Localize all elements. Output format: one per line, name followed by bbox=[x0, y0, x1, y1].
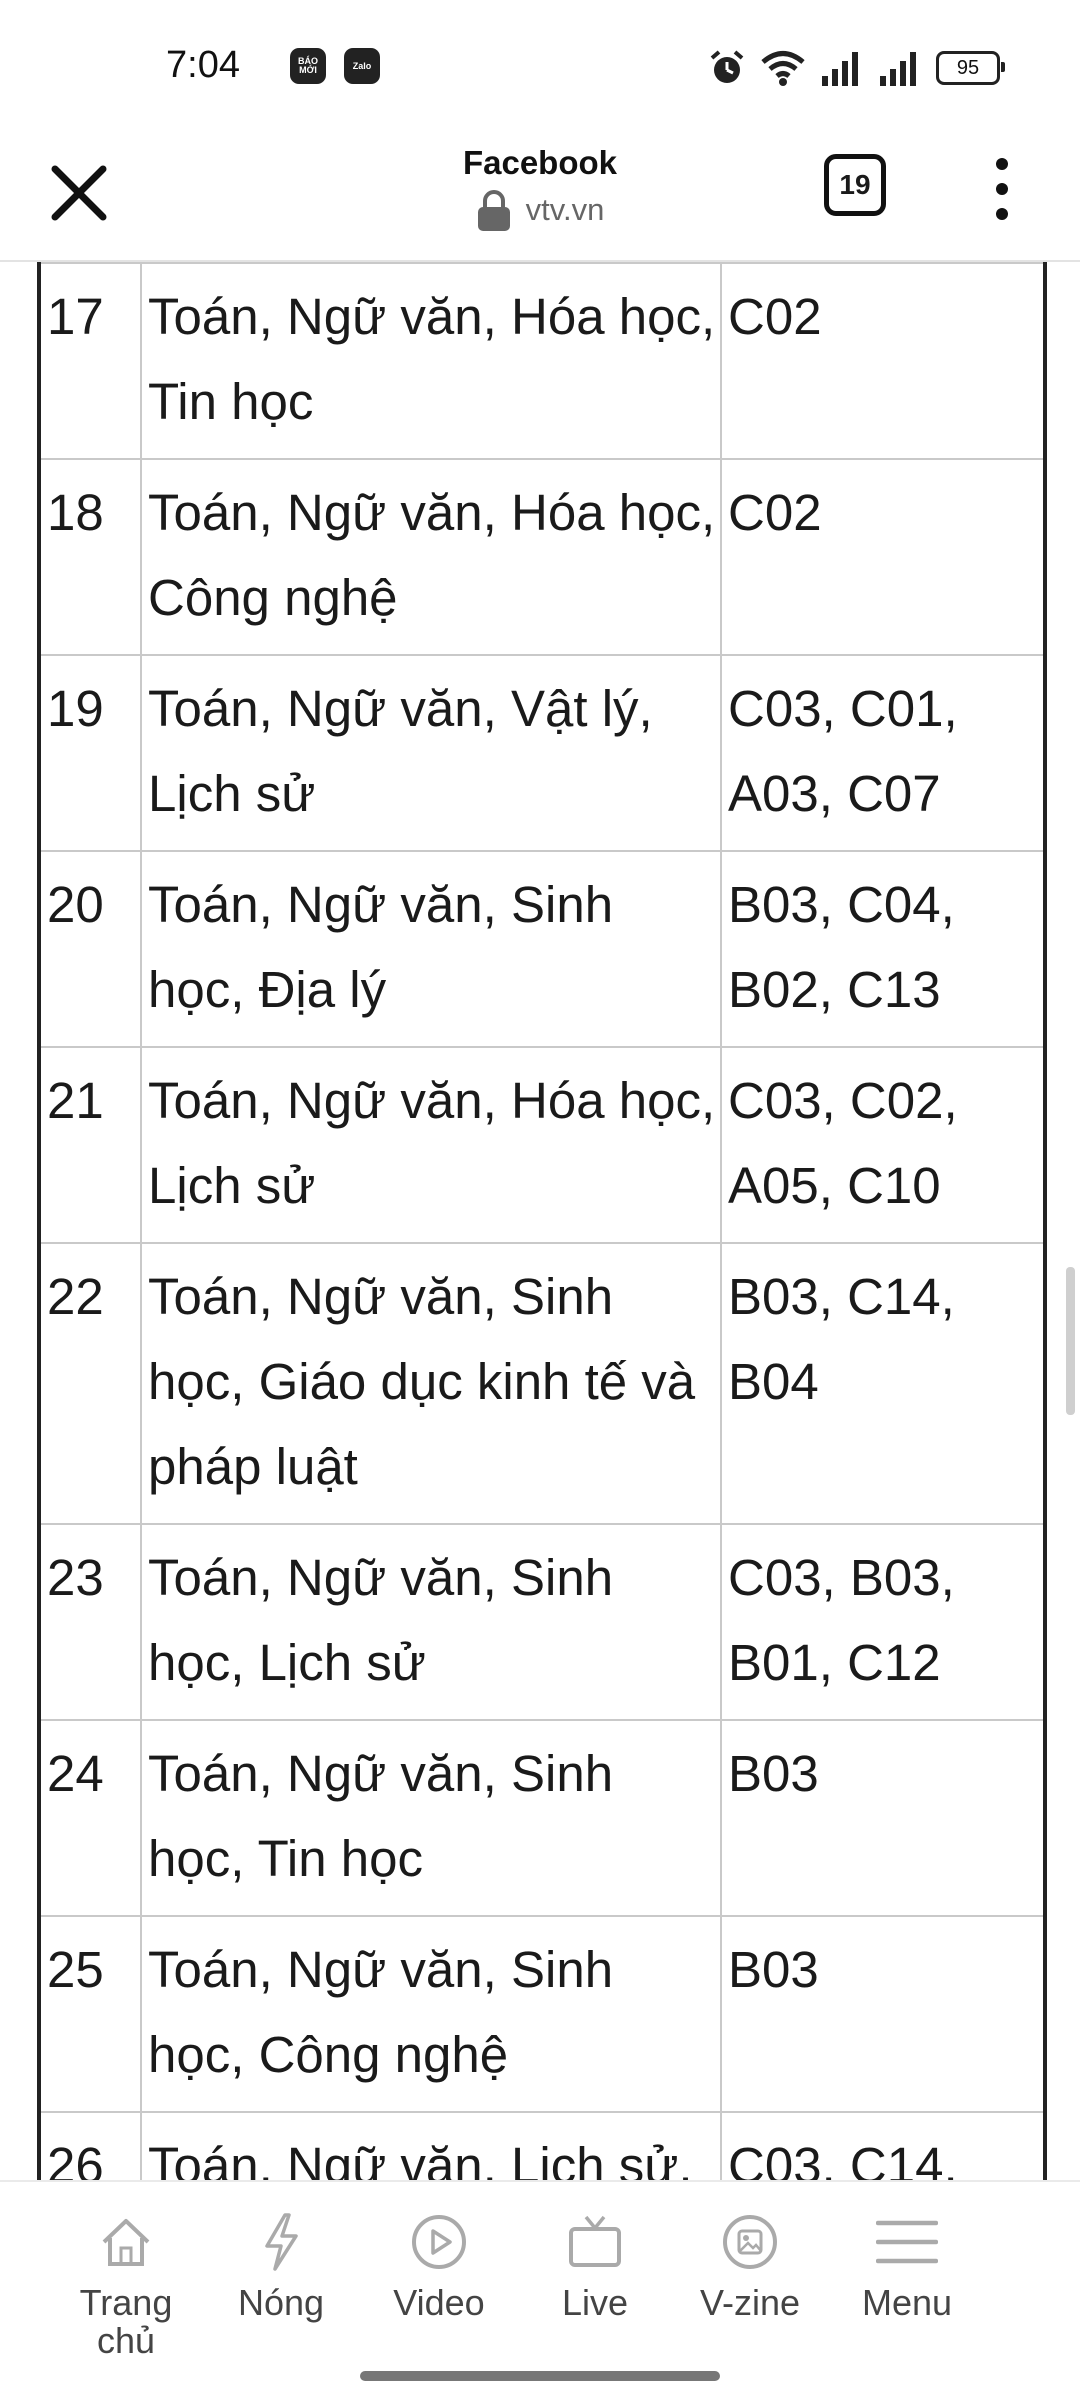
nav-hot[interactable]: Nóng bbox=[206, 2202, 356, 2322]
status-icons: 95 bbox=[708, 46, 1005, 90]
nav-home[interactable]: Trang chủ bbox=[51, 2202, 201, 2360]
table-row: 19 Toán, Ngữ văn, Vật lý, Lịch sử C03, C01… bbox=[38, 654, 1046, 852]
row-number-cell: 20 bbox=[38, 850, 142, 1048]
nav-vzine[interactable]: V-zine bbox=[675, 2202, 825, 2322]
table-row: 21 Toán, Ngữ văn, Hóa học, Lịch sử C03, C0… bbox=[38, 1046, 1046, 1244]
signal-icon-2 bbox=[880, 52, 916, 86]
home-indicator[interactable] bbox=[360, 2371, 720, 2381]
home-icon bbox=[102, 2219, 150, 2266]
subjects-cell: Toán, Ngữ văn, Sinh học, Tin học bbox=[140, 1719, 722, 1917]
table-row: 17 Toán, Ngữ văn, Hóa học, Tin học C02 bbox=[38, 262, 1046, 460]
nav-hot-label: Nóng bbox=[237, 2282, 325, 2323]
row-number-cell: 17 bbox=[38, 262, 142, 460]
table-row: 20 Toán, Ngữ văn, Sinh học, Địa lý B03, C0… bbox=[38, 850, 1046, 1048]
subjects-cell: Toán, Ngữ văn, Lịch sử, Giáo dục kinh tế… bbox=[140, 2111, 722, 2180]
subject-combination-table: 17 Toán, Ngữ văn, Hóa học, Tin học C02 18 To… bbox=[37, 262, 1047, 2180]
codes-cell: B03, C04, B02, C13 bbox=[720, 850, 1046, 1048]
codes-cell: C03, C14, A08, C19 bbox=[720, 2111, 1046, 2180]
nav-home-label: Trang chủ bbox=[79, 2282, 173, 2361]
row-number-cell: 19 bbox=[38, 654, 142, 852]
page-title-block: Facebook vtv.vn bbox=[340, 140, 740, 234]
table-row: 18 Toán, Ngữ văn, Hóa học, Công nghệ C02 bbox=[38, 458, 1046, 656]
play-circle-icon bbox=[412, 2215, 466, 2269]
subjects-cell: Toán, Ngữ văn, Sinh học, Công nghệ bbox=[140, 1915, 722, 2113]
close-icon bbox=[51, 165, 107, 221]
row-number-cell: 24 bbox=[38, 1719, 142, 1917]
codes-cell: C02 bbox=[720, 458, 1046, 656]
nav-menu-label: Menu bbox=[861, 2282, 953, 2323]
subjects-cell: Toán, Ngữ văn, Sinh học, Lịch sử bbox=[140, 1523, 722, 1721]
table-row: 22 Toán, Ngữ văn, Sinh học, Giáo dục kinh… bbox=[38, 1242, 1046, 1525]
codes-cell: B03 bbox=[720, 1915, 1046, 2113]
page-title: Facebook bbox=[462, 144, 618, 181]
status-time: 7:04 bbox=[166, 44, 240, 86]
nav-menu[interactable]: Menu bbox=[832, 2202, 982, 2322]
scrollbar-thumb[interactable] bbox=[1066, 1267, 1075, 1415]
tabs-count-button[interactable]: 19 bbox=[824, 154, 886, 216]
codes-cell: C02 bbox=[720, 262, 1046, 460]
row-number-cell: 21 bbox=[38, 1046, 142, 1244]
codes-cell: B03, C14, B04 bbox=[720, 1242, 1046, 1525]
zalo-notification-icon: Zalo bbox=[344, 48, 380, 84]
status-bar: 7:04 BÁO MỚI Zalo 95 bbox=[0, 0, 1080, 130]
codes-cell: C03, C01, A03, C07 bbox=[720, 654, 1046, 852]
vzine-icon bbox=[723, 2215, 777, 2269]
close-button[interactable] bbox=[44, 158, 114, 228]
table-row: 25 Toán, Ngữ văn, Sinh học, Công nghệ B03 bbox=[38, 1915, 1046, 2113]
subjects-cell: Toán, Ngữ văn, Hóa học, Lịch sử bbox=[140, 1046, 722, 1244]
article-content[interactable]: 17 Toán, Ngữ văn, Hóa học, Tin học C02 18 To… bbox=[0, 262, 1080, 2180]
codes-cell: C03, C02, A05, C10 bbox=[720, 1046, 1046, 1244]
subjects-cell: Toán, Ngữ văn, Sinh học, Địa lý bbox=[140, 850, 722, 1048]
subjects-cell: Toán, Ngữ văn, Sinh học, Giáo dục kinh t… bbox=[140, 1242, 722, 1525]
nav-video[interactable]: Video bbox=[364, 2202, 514, 2322]
battery-icon: 95 bbox=[936, 51, 1005, 85]
bottom-navigation: Trang chủ Nóng Video Live V-zine Menu bbox=[0, 2180, 1080, 2402]
more-dot-icon bbox=[996, 183, 1008, 195]
table-row: 23 Toán, Ngữ văn, Sinh học, Lịch sử C03, B… bbox=[38, 1523, 1046, 1721]
row-number-cell: 26 bbox=[38, 2111, 142, 2180]
codes-cell: C03, B03, B01, C12 bbox=[720, 1523, 1046, 1721]
nav-live-label: Live bbox=[561, 2282, 629, 2323]
row-number-cell: 22 bbox=[38, 1242, 142, 1525]
baomoi-notification-icon: BÁO MỚI bbox=[290, 48, 326, 84]
more-dot-icon bbox=[996, 158, 1008, 170]
row-number-cell: 23 bbox=[38, 1523, 142, 1721]
lock-icon bbox=[477, 190, 510, 231]
alarm-icon bbox=[710, 50, 744, 83]
row-number-cell: 25 bbox=[38, 1915, 142, 2113]
codes-cell: B03 bbox=[720, 1719, 1046, 1917]
wifi-icon bbox=[761, 51, 805, 86]
nav-vzine-label: V-zine bbox=[699, 2282, 801, 2323]
hamburger-menu-icon bbox=[876, 2220, 938, 2264]
nav-video-label: Video bbox=[393, 2282, 485, 2323]
nav-live[interactable]: Live bbox=[520, 2202, 670, 2322]
tv-icon bbox=[569, 2215, 621, 2267]
table-row: 24 Toán, Ngữ văn, Sinh học, Tin học B03 bbox=[38, 1719, 1046, 1917]
subjects-cell: Toán, Ngữ văn, Hóa học, Tin học bbox=[140, 262, 722, 460]
browser-header: Facebook vtv.vn 19 bbox=[0, 130, 1080, 262]
page-url: vtv.vn bbox=[525, 192, 605, 227]
more-dot-icon bbox=[996, 208, 1008, 220]
subjects-cell: Toán, Ngữ văn, Vật lý, Lịch sử bbox=[140, 654, 722, 852]
row-number-cell: 18 bbox=[38, 458, 142, 656]
table-row: 26Toán, Ngữ văn, Lịch sử, Giáo dục kinh … bbox=[38, 2111, 1046, 2180]
subjects-cell: Toán, Ngữ văn, Hóa học, Công nghệ bbox=[140, 458, 722, 656]
lightning-icon bbox=[265, 2213, 298, 2271]
url-row[interactable]: vtv.vn bbox=[340, 186, 740, 234]
more-options-button[interactable] bbox=[978, 154, 1026, 224]
signal-icon-1 bbox=[822, 52, 858, 86]
